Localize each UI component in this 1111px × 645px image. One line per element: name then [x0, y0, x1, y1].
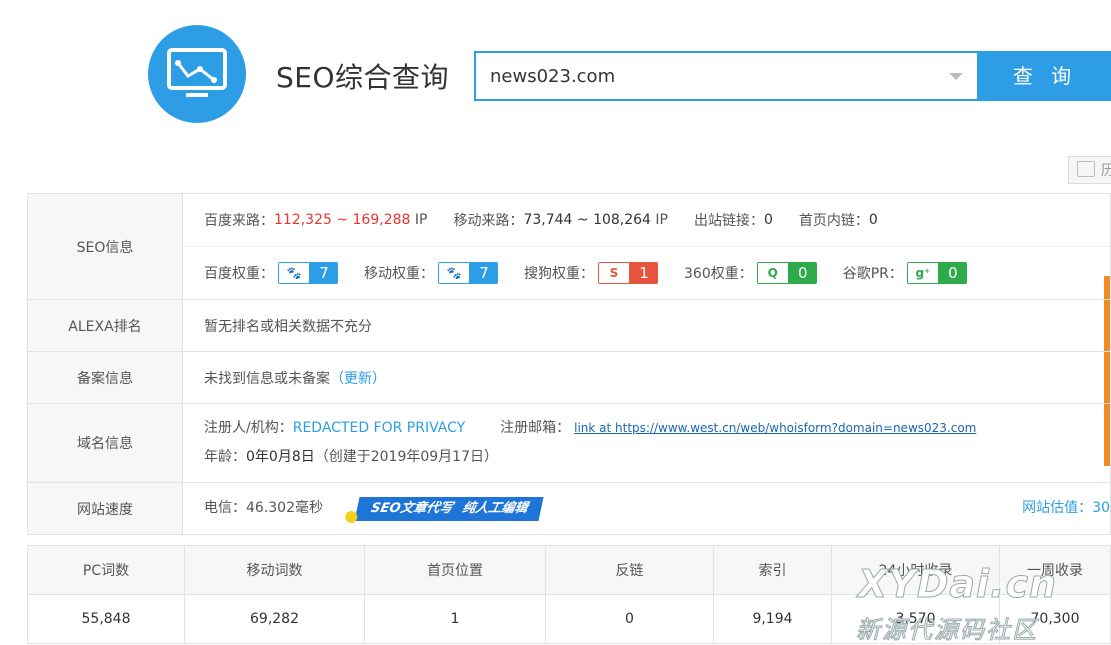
- outbound-label: 出站链接：: [694, 213, 764, 229]
- registrant-label: 注册人/机构：: [204, 420, 293, 436]
- stats-header: 移动词数: [184, 545, 365, 595]
- google-pr-badge[interactable]: g⁺ 0: [906, 262, 967, 284]
- stats-value[interactable]: 1: [364, 594, 546, 644]
- outbound-value: 0: [764, 212, 773, 228]
- promo-banner[interactable]: SEO文章代写 纯人工编辑: [345, 496, 545, 523]
- homepage-links-label: 首页内链：: [798, 213, 869, 229]
- baidu-traffic-value: 112,325 ~ 169,288: [274, 212, 411, 228]
- alexa-value: 暂无排名或相关数据不充分: [182, 299, 1111, 352]
- ip-unit: IP: [414, 212, 428, 228]
- stats-header: 反链: [545, 545, 714, 595]
- stats-value[interactable]: 9,194: [713, 594, 832, 644]
- weight-value: 1: [630, 262, 658, 284]
- weight-label: 360权重：: [684, 266, 753, 282]
- beian-value: 未找到信息或未备案: [204, 370, 330, 387]
- watermark-subtitle: 新源代源码社区: [856, 616, 1038, 645]
- weight-label: 谷歌PR：: [842, 266, 903, 282]
- weight-label: 移动权重：: [364, 266, 434, 282]
- search-input[interactable]: [476, 53, 930, 99]
- sogou-icon: S: [598, 262, 630, 284]
- stack-icon: [1077, 161, 1095, 177]
- weight-value: 0: [788, 262, 817, 284]
- seo-info-label: SEO信息: [27, 193, 183, 300]
- mobile-traffic-label: 移动来路：: [453, 213, 524, 229]
- search-box[interactable]: [474, 51, 979, 101]
- ip-unit: IP: [655, 212, 668, 228]
- alexa-label: ALEXA排名: [27, 299, 183, 352]
- email-label: 注册邮箱：: [500, 420, 571, 436]
- stats-value[interactable]: 0: [545, 594, 714, 644]
- sogou-weight-badge[interactable]: S1: [598, 262, 658, 284]
- whois-link[interactable]: link at https://www.west.cn/web/whoisfor…: [574, 421, 976, 435]
- 360-weight-badge[interactable]: Q0: [756, 262, 817, 284]
- update-link[interactable]: （更新）: [330, 371, 386, 387]
- beian-cell: 未找到信息或未备案（更新）: [182, 351, 1111, 404]
- paw-icon: 🐾: [278, 262, 310, 284]
- weight-label: 搜狗权重：: [524, 266, 594, 282]
- registrant-value[interactable]: REDACTED FOR PRIVACY: [293, 420, 465, 436]
- stats-header: PC词数: [27, 545, 185, 595]
- age-value: 0年0月8日: [246, 449, 315, 465]
- search-button[interactable]: 查 询: [979, 51, 1111, 101]
- promo-text-2: 纯人工编辑: [461, 500, 530, 516]
- mobile-weight-badge[interactable]: 🐾 7: [438, 262, 498, 284]
- mobile-traffic-value: 73,744 ~ 108,264: [523, 212, 651, 228]
- watermark: XYDai.cn: [857, 562, 1058, 607]
- info-table: SEO信息 百度来路： 112,325 ~ 169,288 IP 移动来路： 7…: [27, 193, 1111, 535]
- stats-header: 首页位置: [364, 545, 546, 595]
- baidu-weight-badge[interactable]: 🐾 7: [278, 262, 338, 284]
- stats-value[interactable]: 69,282: [184, 594, 365, 644]
- beian-label: 备案信息: [27, 351, 183, 404]
- paw-icon: 🐾: [438, 262, 470, 284]
- site-value-link[interactable]: 网站估值：30: [1022, 497, 1110, 517]
- monitor-chart-icon: [167, 48, 227, 97]
- speed-label: 网站速度: [27, 482, 183, 535]
- weight-value: 7: [310, 262, 338, 284]
- page-title: SEO综合查询: [276, 61, 450, 94]
- speed-cell: 电信：46.302毫秒 SEO文章代写 纯人工编辑 网站估值：30: [182, 482, 1111, 535]
- site-logo: [148, 25, 246, 123]
- weight-value: 7: [470, 262, 498, 284]
- age-label: 年龄：: [204, 449, 246, 465]
- created-date: （创建于2019年09月17日）: [314, 449, 498, 465]
- 360-icon: Q: [756, 262, 789, 284]
- domain-cell: 注册人/机构：REDACTED FOR PRIVACY 注册邮箱： link at…: [182, 403, 1111, 483]
- traffic-row: 百度来路： 112,325 ~ 169,288 IP 移动来路： 73,744 …: [183, 194, 1110, 247]
- domain-label: 域名信息: [27, 403, 183, 483]
- stats-value[interactable]: 55,848: [27, 594, 185, 644]
- weight-label: 百度权重：: [204, 266, 274, 282]
- history-button[interactable]: 历: [1068, 156, 1111, 184]
- weights-row: 百度权重： 🐾 7 移动权重： 🐾 7 搜狗权重： S1 360权重： Q0 谷歌P…: [183, 247, 1110, 299]
- history-label: 历: [1101, 163, 1111, 179]
- stats-header: 索引: [713, 545, 832, 595]
- homepage-links-value: 0: [868, 212, 878, 228]
- google-plus-icon: g⁺: [906, 262, 939, 284]
- chevron-down-icon[interactable]: [949, 73, 963, 80]
- promo-text: SEO文章代写: [369, 500, 455, 516]
- weight-value: 0: [938, 262, 967, 284]
- speed-value: 电信：46.302毫秒: [204, 499, 323, 516]
- baidu-traffic-label: 百度来路：: [204, 213, 274, 229]
